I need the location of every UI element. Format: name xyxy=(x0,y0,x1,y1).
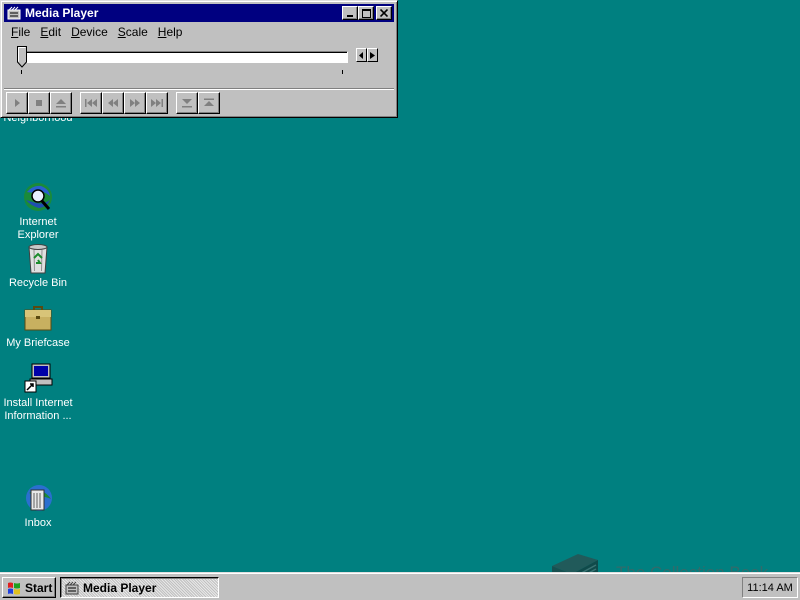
inbox-icon xyxy=(21,481,55,515)
start-label: Start xyxy=(25,580,53,595)
menu-bar: File Edit Device Scale Help xyxy=(6,24,187,42)
scroll-buttons xyxy=(356,48,378,62)
maximize-button[interactable] xyxy=(358,6,374,20)
position-slider-track[interactable] xyxy=(23,51,348,63)
next-mark-button[interactable] xyxy=(146,92,168,114)
stop-button[interactable] xyxy=(28,92,50,114)
play-button[interactable] xyxy=(6,92,28,114)
menu-file[interactable]: File xyxy=(6,24,35,42)
skip-back-icon xyxy=(85,99,97,107)
slider-tick-start xyxy=(21,70,22,74)
menu-help[interactable]: Help xyxy=(153,24,188,42)
eject-button[interactable] xyxy=(50,92,72,114)
clock[interactable]: 11:14 AM xyxy=(747,582,793,594)
fast-forward-button[interactable] xyxy=(124,92,146,114)
slider-tick-end xyxy=(342,70,343,74)
desktop-icon-label: Recycle Bin xyxy=(8,277,68,289)
desktop-icon-internet-explorer[interactable]: Internet Explorer xyxy=(0,180,76,242)
position-slider-thumb[interactable] xyxy=(17,46,27,68)
desktop-icon-install-internet-information[interactable]: Install Internet Information ... xyxy=(0,361,76,423)
arrow-right-icon xyxy=(370,51,375,59)
previous-mark-button[interactable] xyxy=(80,92,102,114)
system-tray: 11:14 AM xyxy=(742,577,798,598)
desktop-icon-recycle-bin[interactable]: Recycle Bin xyxy=(0,241,76,290)
media-player-icon xyxy=(7,6,21,20)
menu-scale[interactable]: Scale xyxy=(113,24,153,42)
desktop-icon-my-briefcase[interactable]: My Briefcase xyxy=(0,301,76,350)
menu-label: elp xyxy=(166,25,183,39)
windows-flag-icon xyxy=(6,581,22,595)
desktop-icon-label: My Briefcase xyxy=(6,337,70,349)
media-player-icon xyxy=(65,581,79,595)
close-button[interactable] xyxy=(376,6,392,20)
media-player-window: Media Player File Edit Device Scale Help xyxy=(0,0,398,118)
desktop-icon-label: Install Internet xyxy=(3,397,73,409)
start-selection-button[interactable] xyxy=(176,92,198,114)
control-gap xyxy=(168,92,176,114)
skip-forward-icon xyxy=(151,99,163,107)
desktop-icon-label: Internet xyxy=(19,216,57,228)
menu-label: cale xyxy=(125,25,148,39)
menu-mnemonic: S xyxy=(117,25,126,39)
eject-icon xyxy=(56,99,66,108)
minimize-button[interactable] xyxy=(342,6,358,20)
rewind-button[interactable] xyxy=(102,92,124,114)
end-selection-button[interactable] xyxy=(198,92,220,114)
install-computer-icon xyxy=(21,361,55,395)
stop-icon xyxy=(36,100,42,106)
end-selection-icon xyxy=(204,98,214,106)
menu-device[interactable]: Device xyxy=(66,24,113,42)
title-bar[interactable]: Media Player xyxy=(4,4,394,22)
close-icon xyxy=(380,9,388,17)
briefcase-icon xyxy=(21,301,55,335)
menu-label: dit xyxy=(48,25,62,39)
menu-label: ile xyxy=(18,25,31,39)
separator xyxy=(4,88,394,90)
minimize-icon xyxy=(347,15,353,17)
scroll-left-button[interactable] xyxy=(356,48,367,62)
taskbar-button-media-player[interactable]: Media Player xyxy=(60,577,219,598)
maximize-icon xyxy=(361,8,371,18)
start-button[interactable]: Start xyxy=(2,577,56,598)
menu-mnemonic: D xyxy=(71,25,80,39)
scroll-right-button[interactable] xyxy=(367,48,378,62)
desktop-icon-inbox[interactable]: Inbox xyxy=(0,481,76,530)
desktop-icon-label: Inbox xyxy=(24,517,52,529)
menu-label: evice xyxy=(79,25,108,39)
play-icon xyxy=(15,99,20,107)
start-selection-icon xyxy=(182,99,192,108)
arrow-left-icon xyxy=(359,51,363,59)
fast-forward-icon xyxy=(130,99,140,107)
internet-explorer-icon xyxy=(21,180,55,214)
taskbar-button-label: Media Player xyxy=(83,580,157,595)
recycle-bin-icon xyxy=(21,241,55,275)
taskbar: Start Media Player 11:14 AM xyxy=(0,572,800,600)
rewind-icon xyxy=(108,99,118,107)
window-title: Media Player xyxy=(25,6,99,20)
menu-edit[interactable]: Edit xyxy=(35,24,66,42)
desktop-icon-label-line2: Information ... xyxy=(4,410,72,422)
control-gap xyxy=(72,92,80,114)
transport-controls xyxy=(6,92,220,114)
